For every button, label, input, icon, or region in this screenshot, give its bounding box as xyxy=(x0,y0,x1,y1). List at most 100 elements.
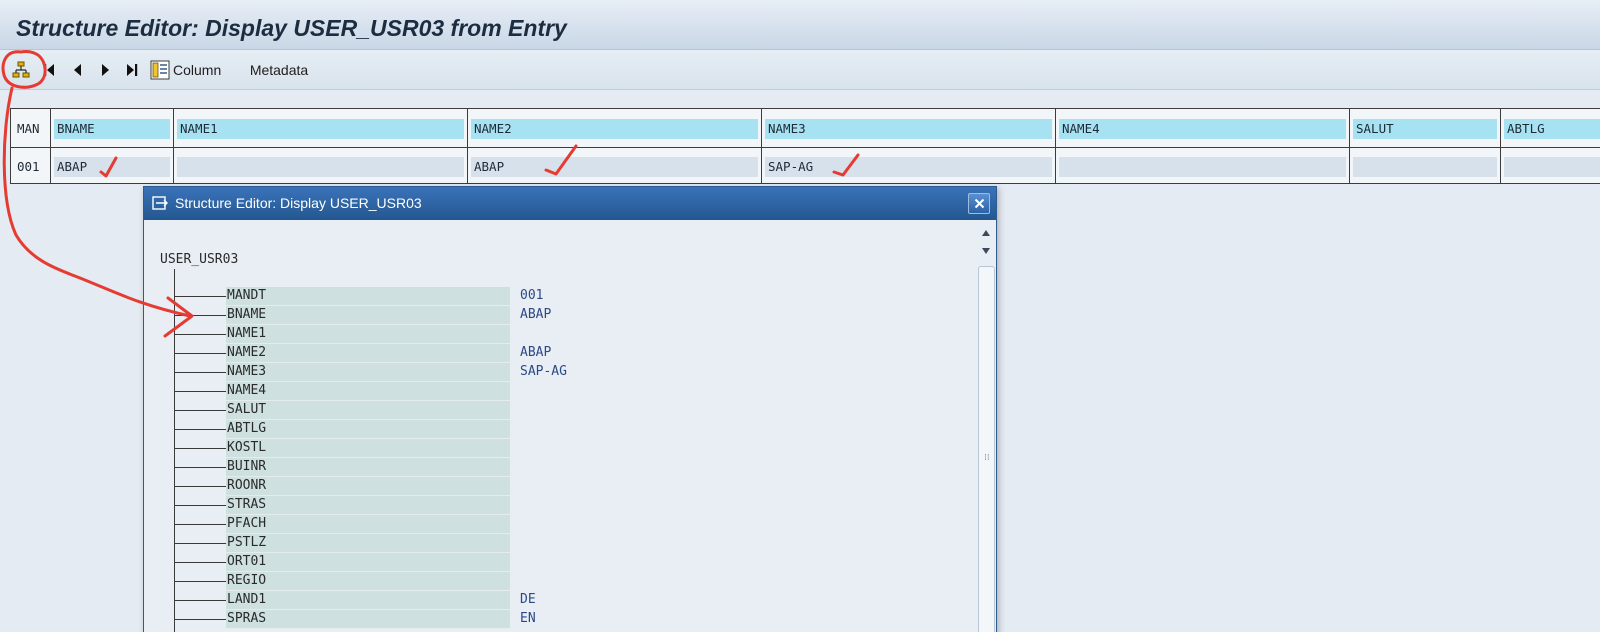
tree-node[interactable]: ROONR xyxy=(174,477,974,496)
tree-node[interactable]: NAME2 ABAP xyxy=(174,344,974,363)
tree-branch xyxy=(174,505,226,506)
tree-node[interactable]: LAND1 DE xyxy=(174,591,974,610)
metadata-button[interactable]: Metadata xyxy=(246,50,312,90)
column-header[interactable]: ABTLG xyxy=(1504,119,1600,139)
first-entry-button[interactable] xyxy=(38,50,60,90)
field-value: DE xyxy=(520,592,536,607)
table-cell[interactable] xyxy=(1504,157,1600,177)
column-button-label: Column xyxy=(173,62,222,78)
table-cell[interactable]: SAP-AG xyxy=(765,157,1052,177)
tree-node[interactable]: ORT01 xyxy=(174,553,974,572)
column-header[interactable]: SALUT xyxy=(1353,119,1497,139)
field-name: REGIO xyxy=(226,572,510,591)
tree-node[interactable]: STRAS xyxy=(174,496,974,515)
tree-node[interactable]: NAME1 xyxy=(174,325,974,344)
tree-node[interactable]: NAME3 SAP-AG xyxy=(174,363,974,382)
tree-branch xyxy=(174,353,226,354)
field-name: PFACH xyxy=(226,515,510,534)
field-name: NAME2 xyxy=(226,344,510,363)
row-divider xyxy=(762,147,1055,148)
tree-node[interactable]: KOSTL xyxy=(174,439,974,458)
tree-node[interactable]: PSTLZ xyxy=(174,534,974,553)
arrow-up-icon xyxy=(982,230,990,236)
column-header[interactable]: NAME1 xyxy=(177,119,464,139)
first-page-icon xyxy=(44,64,54,76)
next-entry-button[interactable] xyxy=(95,50,117,90)
vertical-scrollbar[interactable]: ⁞⁞ xyxy=(976,221,996,632)
tree-node[interactable]: BNAME ABAP xyxy=(174,306,974,325)
field-name: ORT01 xyxy=(226,553,510,572)
metadata-button-label: Metadata xyxy=(249,62,309,78)
tree-branch xyxy=(174,448,226,449)
table-column[interactable]: NAME2 ABAP xyxy=(467,109,761,183)
field-name: LAND1 xyxy=(226,591,510,610)
field-name: PSTLZ xyxy=(226,534,510,553)
tree-node[interactable]: PFACH xyxy=(174,515,974,534)
column-header[interactable]: BNAME xyxy=(54,119,170,139)
scroll-down-button[interactable] xyxy=(978,243,994,259)
row-divider xyxy=(1501,147,1600,148)
tree-branch xyxy=(174,467,226,468)
table-column[interactable]: NAME4 xyxy=(1055,109,1349,183)
tree-node[interactable]: NAME4 xyxy=(174,382,974,401)
row-divider xyxy=(51,147,173,148)
last-page-icon xyxy=(127,64,138,76)
last-entry-button[interactable] xyxy=(121,50,143,90)
table-cell[interactable] xyxy=(1353,157,1497,177)
tree-node[interactable]: BUINR xyxy=(174,458,974,477)
tree-branch xyxy=(174,315,226,316)
dialog-title-bar[interactable]: Structure Editor: Display USER_USR03 xyxy=(144,187,996,220)
row-divider xyxy=(1056,147,1349,148)
field-name: BNAME xyxy=(226,306,510,325)
field-name: SALUT xyxy=(226,401,510,420)
column-header[interactable]: NAME3 xyxy=(765,119,1052,139)
tree-node[interactable]: MANDT 001 xyxy=(174,287,974,306)
row-divider xyxy=(468,147,761,148)
tree-branch xyxy=(174,562,226,563)
tree-root[interactable]: USER_USR03 xyxy=(160,252,238,267)
entry-table: MAN 001 BNAME ABAP NAME1 NAME2 ABAP NAME… xyxy=(10,108,1600,184)
field-value: SAP-AG xyxy=(520,364,567,379)
table-cell[interactable] xyxy=(177,157,464,177)
table-cell[interactable]: ABAP xyxy=(471,157,758,177)
page-title: Structure Editor: Display USER_USR03 fro… xyxy=(16,15,567,41)
table-column[interactable]: NAME3 SAP-AG xyxy=(761,109,1055,183)
tree-node[interactable]: SALUT xyxy=(174,401,974,420)
tree-branch xyxy=(174,581,226,582)
table-cell[interactable]: 001 xyxy=(14,157,47,177)
scroll-up-button[interactable] xyxy=(978,225,994,241)
close-button[interactable] xyxy=(968,193,990,214)
tree-node[interactable]: SPRAS EN xyxy=(174,610,974,629)
tree-node[interactable]: REGIO xyxy=(174,572,974,591)
tree-branch xyxy=(174,429,226,430)
column-header[interactable]: MAN xyxy=(14,119,47,139)
field-name: NAME1 xyxy=(226,325,510,344)
table-cell[interactable]: ABAP xyxy=(54,157,170,177)
table-column[interactable]: NAME1 xyxy=(173,109,467,183)
field-value: EN xyxy=(520,611,536,626)
arrow-down-icon xyxy=(982,248,990,254)
table-column[interactable]: BNAME ABAP xyxy=(50,109,173,183)
table-column[interactable]: MAN 001 xyxy=(10,109,50,183)
scroll-thumb[interactable]: ⁞⁞ xyxy=(978,266,995,632)
grip-icon: ⁞⁞ xyxy=(984,453,990,463)
table-cell[interactable] xyxy=(1059,157,1346,177)
table-column[interactable]: SALUT xyxy=(1349,109,1500,183)
tree-node[interactable]: ABTLG xyxy=(174,420,974,439)
column-header[interactable]: NAME2 xyxy=(471,119,758,139)
previous-entry-button[interactable] xyxy=(66,50,88,90)
table-column[interactable]: ABTLG xyxy=(1500,109,1600,183)
field-name: BUINR xyxy=(226,458,510,477)
tree-branch xyxy=(174,543,226,544)
hierarchy-view-button[interactable] xyxy=(8,50,34,90)
column-button[interactable]: Column xyxy=(150,50,226,90)
column-header[interactable]: NAME4 xyxy=(1059,119,1346,139)
field-value: ABAP xyxy=(520,345,552,360)
field-name: ROONR xyxy=(226,477,510,496)
window-icon xyxy=(152,196,168,210)
field-value: 001 xyxy=(520,288,544,303)
close-icon xyxy=(974,198,984,209)
tree-branch xyxy=(174,486,226,487)
dialog-title: Structure Editor: Display USER_USR03 xyxy=(175,195,422,211)
field-name: NAME4 xyxy=(226,382,510,401)
